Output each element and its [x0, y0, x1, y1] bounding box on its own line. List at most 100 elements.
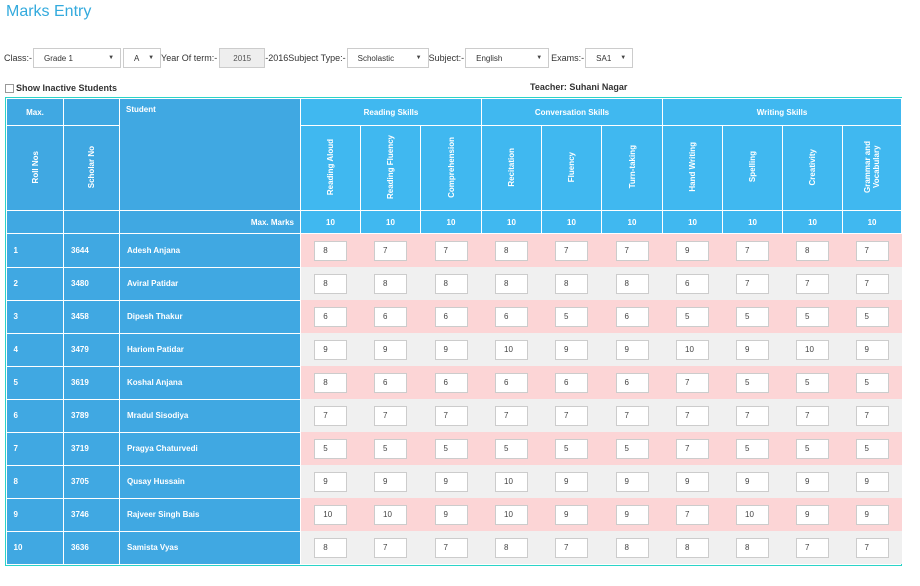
subject-select[interactable]: English ▼: [465, 48, 550, 68]
mark-input[interactable]: 9: [434, 472, 468, 492]
mark-input[interactable]: 9: [736, 472, 770, 492]
mark-input[interactable]: 9: [796, 472, 830, 492]
mark-input[interactable]: 5: [555, 307, 588, 327]
mark-input[interactable]: 7: [855, 538, 889, 558]
mark-input[interactable]: 9: [676, 241, 710, 261]
mark-input[interactable]: 5: [434, 439, 468, 459]
mark-input[interactable]: 6: [314, 307, 348, 327]
mark-input[interactable]: 9: [615, 472, 649, 492]
mark-input[interactable]: 8: [314, 274, 348, 294]
mark-input[interactable]: 9: [555, 505, 588, 525]
mark-input[interactable]: 7: [676, 505, 710, 525]
mark-input[interactable]: 9: [615, 340, 649, 360]
mark-input[interactable]: 10: [495, 472, 528, 492]
mark-input[interactable]: 7: [615, 241, 649, 261]
mark-input[interactable]: 5: [676, 307, 710, 327]
mark-input[interactable]: 8: [314, 241, 348, 261]
mark-input[interactable]: 9: [434, 340, 468, 360]
mark-input[interactable]: 10: [495, 340, 528, 360]
mark-input[interactable]: 5: [796, 373, 830, 393]
mark-input[interactable]: 5: [736, 373, 770, 393]
year-input[interactable]: 2015: [219, 48, 266, 68]
mark-input[interactable]: 7: [736, 241, 770, 261]
mark-input[interactable]: 5: [855, 307, 889, 327]
mark-input[interactable]: 5: [736, 439, 770, 459]
mark-input[interactable]: 7: [495, 406, 528, 426]
mark-input[interactable]: 8: [495, 538, 528, 558]
mark-input[interactable]: 7: [555, 538, 588, 558]
mark-input[interactable]: 5: [495, 439, 528, 459]
mark-input[interactable]: 7: [855, 241, 889, 261]
mark-input[interactable]: 8: [555, 274, 588, 294]
mark-input[interactable]: 7: [374, 538, 407, 558]
mark-input[interactable]: 8: [434, 274, 468, 294]
mark-input[interactable]: 8: [615, 274, 649, 294]
mark-input[interactable]: 7: [796, 274, 830, 294]
mark-input[interactable]: 9: [374, 340, 407, 360]
mark-input[interactable]: 7: [736, 274, 770, 294]
mark-input[interactable]: 6: [434, 373, 468, 393]
subject-type-select[interactable]: Scholastic ▼: [346, 48, 429, 68]
mark-input[interactable]: 7: [434, 538, 468, 558]
mark-input[interactable]: 6: [374, 373, 407, 393]
section-select[interactable]: A ▼: [123, 48, 162, 68]
mark-input[interactable]: 5: [555, 439, 588, 459]
mark-input[interactable]: 7: [676, 406, 710, 426]
mark-input[interactable]: 7: [374, 406, 407, 426]
mark-input[interactable]: 5: [855, 373, 889, 393]
mark-input[interactable]: 10: [495, 505, 528, 525]
mark-input[interactable]: 9: [314, 472, 348, 492]
mark-input[interactable]: 6: [615, 373, 649, 393]
mark-input[interactable]: 10: [374, 505, 407, 525]
mark-input[interactable]: 9: [555, 472, 588, 492]
mark-input[interactable]: 8: [495, 274, 528, 294]
mark-input[interactable]: 7: [736, 406, 770, 426]
mark-input[interactable]: 8: [796, 241, 830, 261]
mark-input[interactable]: 10: [676, 340, 710, 360]
mark-input[interactable]: 9: [314, 340, 348, 360]
mark-input[interactable]: 9: [615, 505, 649, 525]
mark-input[interactable]: 8: [314, 373, 348, 393]
mark-input[interactable]: 8: [736, 538, 770, 558]
show-inactive-checkbox[interactable]: [5, 83, 14, 93]
mark-input[interactable]: 5: [615, 439, 649, 459]
mark-input[interactable]: 7: [676, 439, 710, 459]
mark-input[interactable]: 6: [434, 307, 468, 327]
mark-input[interactable]: 9: [796, 505, 830, 525]
mark-input[interactable]: 5: [855, 439, 889, 459]
mark-input[interactable]: 5: [796, 307, 830, 327]
mark-input[interactable]: 7: [314, 406, 348, 426]
mark-input[interactable]: 6: [555, 373, 588, 393]
mark-input[interactable]: 6: [374, 307, 407, 327]
mark-input[interactable]: 5: [796, 439, 830, 459]
mark-input[interactable]: 8: [676, 538, 710, 558]
mark-input[interactable]: 7: [555, 241, 588, 261]
mark-input[interactable]: 7: [676, 373, 710, 393]
mark-input[interactable]: 7: [434, 406, 468, 426]
mark-input[interactable]: 8: [374, 274, 407, 294]
mark-input[interactable]: 9: [676, 472, 710, 492]
mark-input[interactable]: 6: [676, 274, 710, 294]
mark-input[interactable]: 9: [434, 505, 468, 525]
mark-input[interactable]: 9: [555, 340, 588, 360]
mark-input[interactable]: 7: [855, 274, 889, 294]
mark-input[interactable]: 7: [615, 406, 649, 426]
mark-input[interactable]: 10: [796, 340, 830, 360]
mark-input[interactable]: 9: [374, 472, 407, 492]
mark-input[interactable]: 7: [855, 406, 889, 426]
mark-input[interactable]: 6: [495, 373, 528, 393]
mark-input[interactable]: 5: [736, 307, 770, 327]
mark-input[interactable]: 10: [314, 505, 348, 525]
mark-input[interactable]: 8: [314, 538, 348, 558]
mark-input[interactable]: 9: [855, 340, 889, 360]
mark-input[interactable]: 7: [796, 538, 830, 558]
mark-input[interactable]: 8: [615, 538, 649, 558]
mark-input[interactable]: 6: [615, 307, 649, 327]
exams-select[interactable]: SA1 ▼: [585, 48, 634, 68]
mark-input[interactable]: 7: [555, 406, 588, 426]
mark-input[interactable]: 9: [855, 505, 889, 525]
mark-input[interactable]: 8: [495, 241, 528, 261]
mark-input[interactable]: 9: [855, 472, 889, 492]
mark-input[interactable]: 6: [495, 307, 528, 327]
show-inactive-toggle[interactable]: Show Inactive Students: [5, 83, 117, 93]
